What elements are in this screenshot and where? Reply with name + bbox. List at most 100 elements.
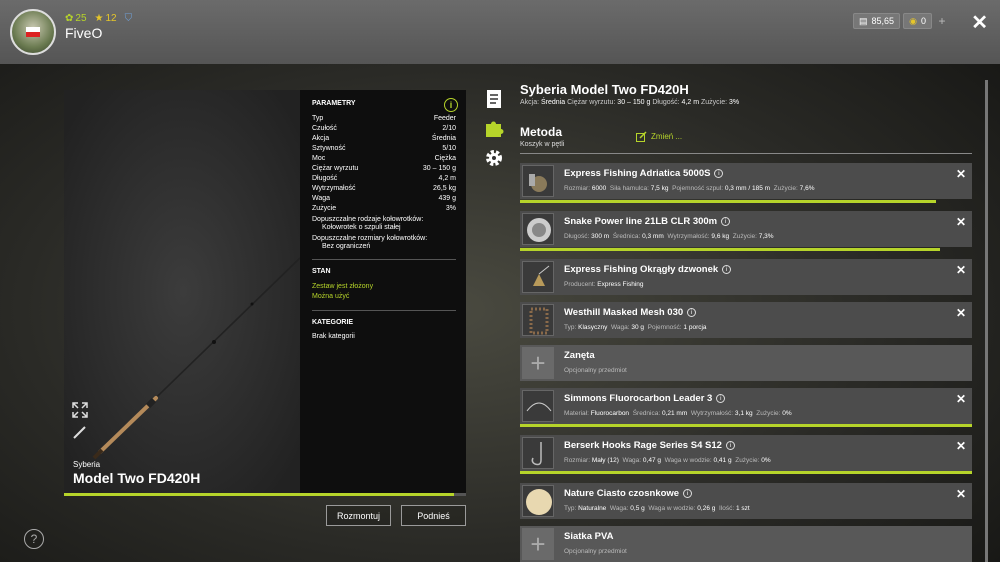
reel-thumb <box>522 165 554 197</box>
top-bar: ✿ 25 ★ 12 ⛉ FiveO ▤ 85,65 ◉ 0 + ✕ <box>0 0 1000 64</box>
info-icon[interactable]: i <box>444 98 458 112</box>
slot-name: Berserk Hooks Rage Series S4 S12 <box>564 440 722 451</box>
slot-info: Typ: Naturalne Waga: 0,5 g Waga w wodzie… <box>564 505 750 512</box>
shield-icon: ⛉ <box>124 13 133 24</box>
param-row: Czułość 2/10 <box>312 125 456 132</box>
rod-brand: Syberia <box>73 460 101 469</box>
slot-info: Opcjonalny przedmiot <box>564 548 627 555</box>
flag-icon <box>26 27 40 37</box>
param-row: Moc Ciężka <box>312 155 456 162</box>
add-icon[interactable]: + <box>522 347 554 379</box>
slot-info: Długość: 300 m Średnica: 0,3 mm Wytrzyma… <box>564 233 774 240</box>
info-icon: i <box>725 441 735 450</box>
scrollbar[interactable] <box>985 80 988 562</box>
reel-types: Dopuszczalne rodzaje kołowrotków: Kołowro… <box>312 216 424 231</box>
slot-info: Rozmiar: Mały (12) Waga: 0,47 g Waga w w… <box>564 457 771 464</box>
rig-summary: Akcja: Średnia Ciężar wyrzutu: 30 – 150 … <box>520 99 740 106</box>
slot-name: Simmons Fluorocarbon Leader 3 <box>564 393 713 404</box>
rig-title: Syberia Model Two FD420H <box>520 82 689 97</box>
coin-icon: ◉ <box>909 15 917 26</box>
info-icon: i <box>683 489 693 498</box>
groundbait-slot[interactable]: + Zanęta Opcjonalny przedmiot <box>520 345 972 381</box>
document-icon[interactable] <box>484 89 504 109</box>
feeder-thumb <box>522 304 554 336</box>
divider <box>312 310 456 311</box>
slot-info: Rozmiar: 6000 Siła hamulca: 7,5 kg Pojem… <box>564 185 815 192</box>
add-icon[interactable]: + <box>522 528 554 560</box>
remove-icon[interactable]: ✕ <box>956 215 966 229</box>
star-icon: ★ <box>94 13 104 24</box>
divider <box>520 153 972 154</box>
state-assembled: Zestaw jest złożony <box>312 283 374 290</box>
slot-info: Typ: Klasyczny Waga: 30 g Pojemność: 1 p… <box>564 324 707 331</box>
hook-thumb <box>522 437 554 469</box>
pencil-icon[interactable] <box>72 424 88 440</box>
rod-image <box>92 257 301 460</box>
category-title: KATEGORIE <box>312 319 354 326</box>
rod-wear-bar <box>64 493 454 496</box>
category-value: Brak kategorii <box>312 333 355 340</box>
reel-slot[interactable]: Express Fishing Adriatica 5000S i Rozmiar… <box>520 163 972 199</box>
info-icon: i <box>714 169 724 178</box>
gold-counter[interactable]: ◉ 0 <box>903 13 932 29</box>
param-row: Typ Feeder <box>312 115 456 122</box>
gear-icon[interactable] <box>484 148 504 168</box>
line-thumb <box>522 213 554 245</box>
rod-preview <box>64 90 302 493</box>
change-method-button[interactable]: Zmień ... <box>636 131 682 142</box>
bell-thumb <box>522 261 554 293</box>
params-list: Typ Feeder Czułość 2/10 Akcja Średnia Sztyw… <box>312 114 456 214</box>
edit-icon <box>636 131 647 142</box>
money-counter[interactable]: ▤ 85,65 <box>852 13 900 29</box>
slot-name: Zanęta <box>564 350 595 361</box>
param-row: Długość 4,2 m <box>312 175 456 182</box>
remove-icon[interactable]: ✕ <box>956 392 966 406</box>
param-row: Wytrzymałość 26,5 kg <box>312 185 456 192</box>
rod-wear-bar-rest <box>454 493 466 496</box>
hook-slot[interactable]: Berserk Hooks Rage Series S4 S12 i Rozmia… <box>520 435 972 471</box>
params-title: PARAMETRY <box>312 100 356 107</box>
wear-bar <box>520 471 972 474</box>
slot-name: Snake Power line 21LB CLR 300m <box>564 216 718 227</box>
add-gold-button[interactable]: + <box>935 13 949 29</box>
info-icon: i <box>721 217 731 226</box>
remove-icon[interactable]: ✕ <box>956 263 966 277</box>
pva-slot[interactable]: + Siatka PVA Opcjonalny przedmiot <box>520 526 972 562</box>
reel-sizes: Dopuszczalne rozmiary kołowrotków: Bez og… <box>312 235 428 250</box>
slot-name: Express Fishing Adriatica 5000S <box>564 168 711 179</box>
info-icon: i <box>687 308 697 317</box>
remove-icon[interactable]: ✕ <box>956 306 966 320</box>
param-row: Akcja Średnia <box>312 135 456 142</box>
help-icon[interactable]: ? <box>24 529 44 549</box>
bait-slot[interactable]: Nature Ciasto czosnkowe i Typ: Naturalne … <box>520 483 972 519</box>
slot-name: Westhill Masked Mesh 030 <box>564 307 684 318</box>
close-icon[interactable]: ✕ <box>971 10 988 35</box>
state-usable: Można użyć <box>312 293 350 300</box>
leader-slot[interactable]: Simmons Fluorocarbon Leader 3i Materiał:… <box>520 388 972 424</box>
wear-bar <box>520 424 972 427</box>
method-title: Metoda <box>520 125 562 139</box>
info-icon: i <box>722 265 732 274</box>
rod-params-panel: i PARAMETRY Typ Feeder Czułość 2/10 Akcja Ś… <box>300 90 466 493</box>
dismantle-button[interactable]: Rozmontuj <box>326 505 391 526</box>
param-row: Zużycie 3% <box>312 205 456 212</box>
remove-icon[interactable]: ✕ <box>956 167 966 181</box>
feeder-slot[interactable]: Westhill Masked Mesh 030 i Typ: Klasyczny… <box>520 302 972 338</box>
slot-name: Express Fishing Okrągły dzwonek <box>564 264 719 275</box>
puzzle-icon[interactable] <box>484 118 504 138</box>
leader-thumb <box>522 390 554 422</box>
player-avatar[interactable] <box>10 9 56 55</box>
remove-icon[interactable]: ✕ <box>956 487 966 501</box>
bell-slot[interactable]: Express Fishing Okrągły dzwonek i Produce… <box>520 259 972 295</box>
state-title: STAN <box>312 268 331 275</box>
line-slot[interactable]: Snake Power line 21LB CLR 300m i Długość:… <box>520 211 972 247</box>
remove-icon[interactable]: ✕ <box>956 439 966 453</box>
slot-name: Nature Ciasto czosnkowe <box>564 488 680 499</box>
pickup-button[interactable]: Podnieś <box>401 505 466 526</box>
player-name: FiveO <box>65 25 103 41</box>
bait-thumb <box>522 485 554 517</box>
expand-icon[interactable] <box>72 402 88 418</box>
param-row: Waga 439 g <box>312 195 456 202</box>
player-stats: ✿ 25 ★ 12 ⛉ <box>65 13 134 24</box>
wear-bar <box>520 248 941 251</box>
